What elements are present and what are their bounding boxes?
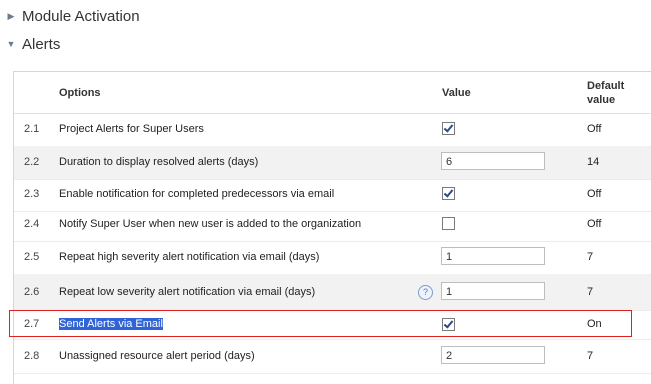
expand-arrow-icon[interactable]: ▶: [0, 11, 22, 22]
section-title-alerts[interactable]: Alerts: [22, 36, 60, 53]
table-row: 2.8 Unassigned resource alert period (da…: [14, 339, 651, 374]
project-alerts-checkbox[interactable]: [442, 122, 455, 135]
default-value: Off: [587, 123, 602, 135]
alerts-table: Options Value Default value 2.1 Project …: [13, 71, 651, 384]
header-default-line2: value: [587, 94, 616, 106]
unassigned-period-input[interactable]: 2: [441, 346, 545, 364]
default-value: Off: [587, 218, 602, 230]
table-header: Options Value Default value: [14, 72, 651, 114]
row-number: 2.2: [24, 156, 40, 168]
highlight-box: [9, 310, 632, 337]
header-value: Value: [442, 87, 471, 99]
option-label: Duration to display resolved alerts (day…: [59, 156, 259, 168]
table-row: 2.5 Repeat high severity alert notificat…: [14, 241, 651, 275]
row-number: 2.3: [24, 188, 40, 200]
resolved-duration-input[interactable]: 6: [441, 152, 545, 170]
default-value: 7: [587, 286, 594, 298]
option-label: Repeat low severity alert notification v…: [59, 286, 316, 298]
option-label: Repeat high severity alert notification …: [59, 251, 320, 263]
row-number: 2.8: [24, 350, 40, 362]
default-value: 7: [587, 350, 594, 362]
default-value: 14: [587, 156, 600, 168]
help-icon[interactable]: ?: [418, 285, 433, 300]
table-row: 2.1 Project Alerts for Super Users Off: [14, 113, 651, 147]
table-row: 2.4 Notify Super User when new user is a…: [14, 211, 651, 242]
collapse-arrow-icon[interactable]: ▼: [0, 39, 22, 49]
row-number: 2.4: [24, 218, 40, 230]
table-row: 2.2 Duration to display resolved alerts …: [14, 146, 651, 180]
section-module-activation[interactable]: ▶ Module Activation: [0, 5, 140, 27]
row-number: 2.5: [24, 251, 40, 263]
option-label: Notify Super User when new user is added…: [59, 218, 362, 230]
default-value: Off: [587, 188, 602, 200]
header-default-line1: Default: [587, 80, 625, 92]
row-number: 2.1: [24, 123, 40, 135]
option-label: Unassigned resource alert period (days): [59, 350, 255, 362]
section-alerts[interactable]: ▼ Alerts: [0, 33, 61, 55]
low-severity-repeat-input[interactable]: 1: [441, 282, 545, 300]
notify-new-user-checkbox[interactable]: [442, 217, 455, 230]
option-label: Project Alerts for Super Users: [59, 123, 204, 135]
option-label: Enable notification for completed predec…: [59, 188, 335, 200]
header-options: Options: [59, 87, 101, 99]
high-severity-repeat-input[interactable]: 1: [441, 247, 545, 265]
default-value: 7: [587, 251, 594, 263]
table-row: 2.3 Enable notification for completed pr…: [14, 179, 651, 212]
predecessor-notification-checkbox[interactable]: [442, 187, 455, 200]
row-number: 2.6: [24, 286, 40, 298]
section-title-module-activation[interactable]: Module Activation: [22, 8, 140, 25]
table-row: 2.6 Repeat low severity alert notificati…: [14, 274, 651, 311]
